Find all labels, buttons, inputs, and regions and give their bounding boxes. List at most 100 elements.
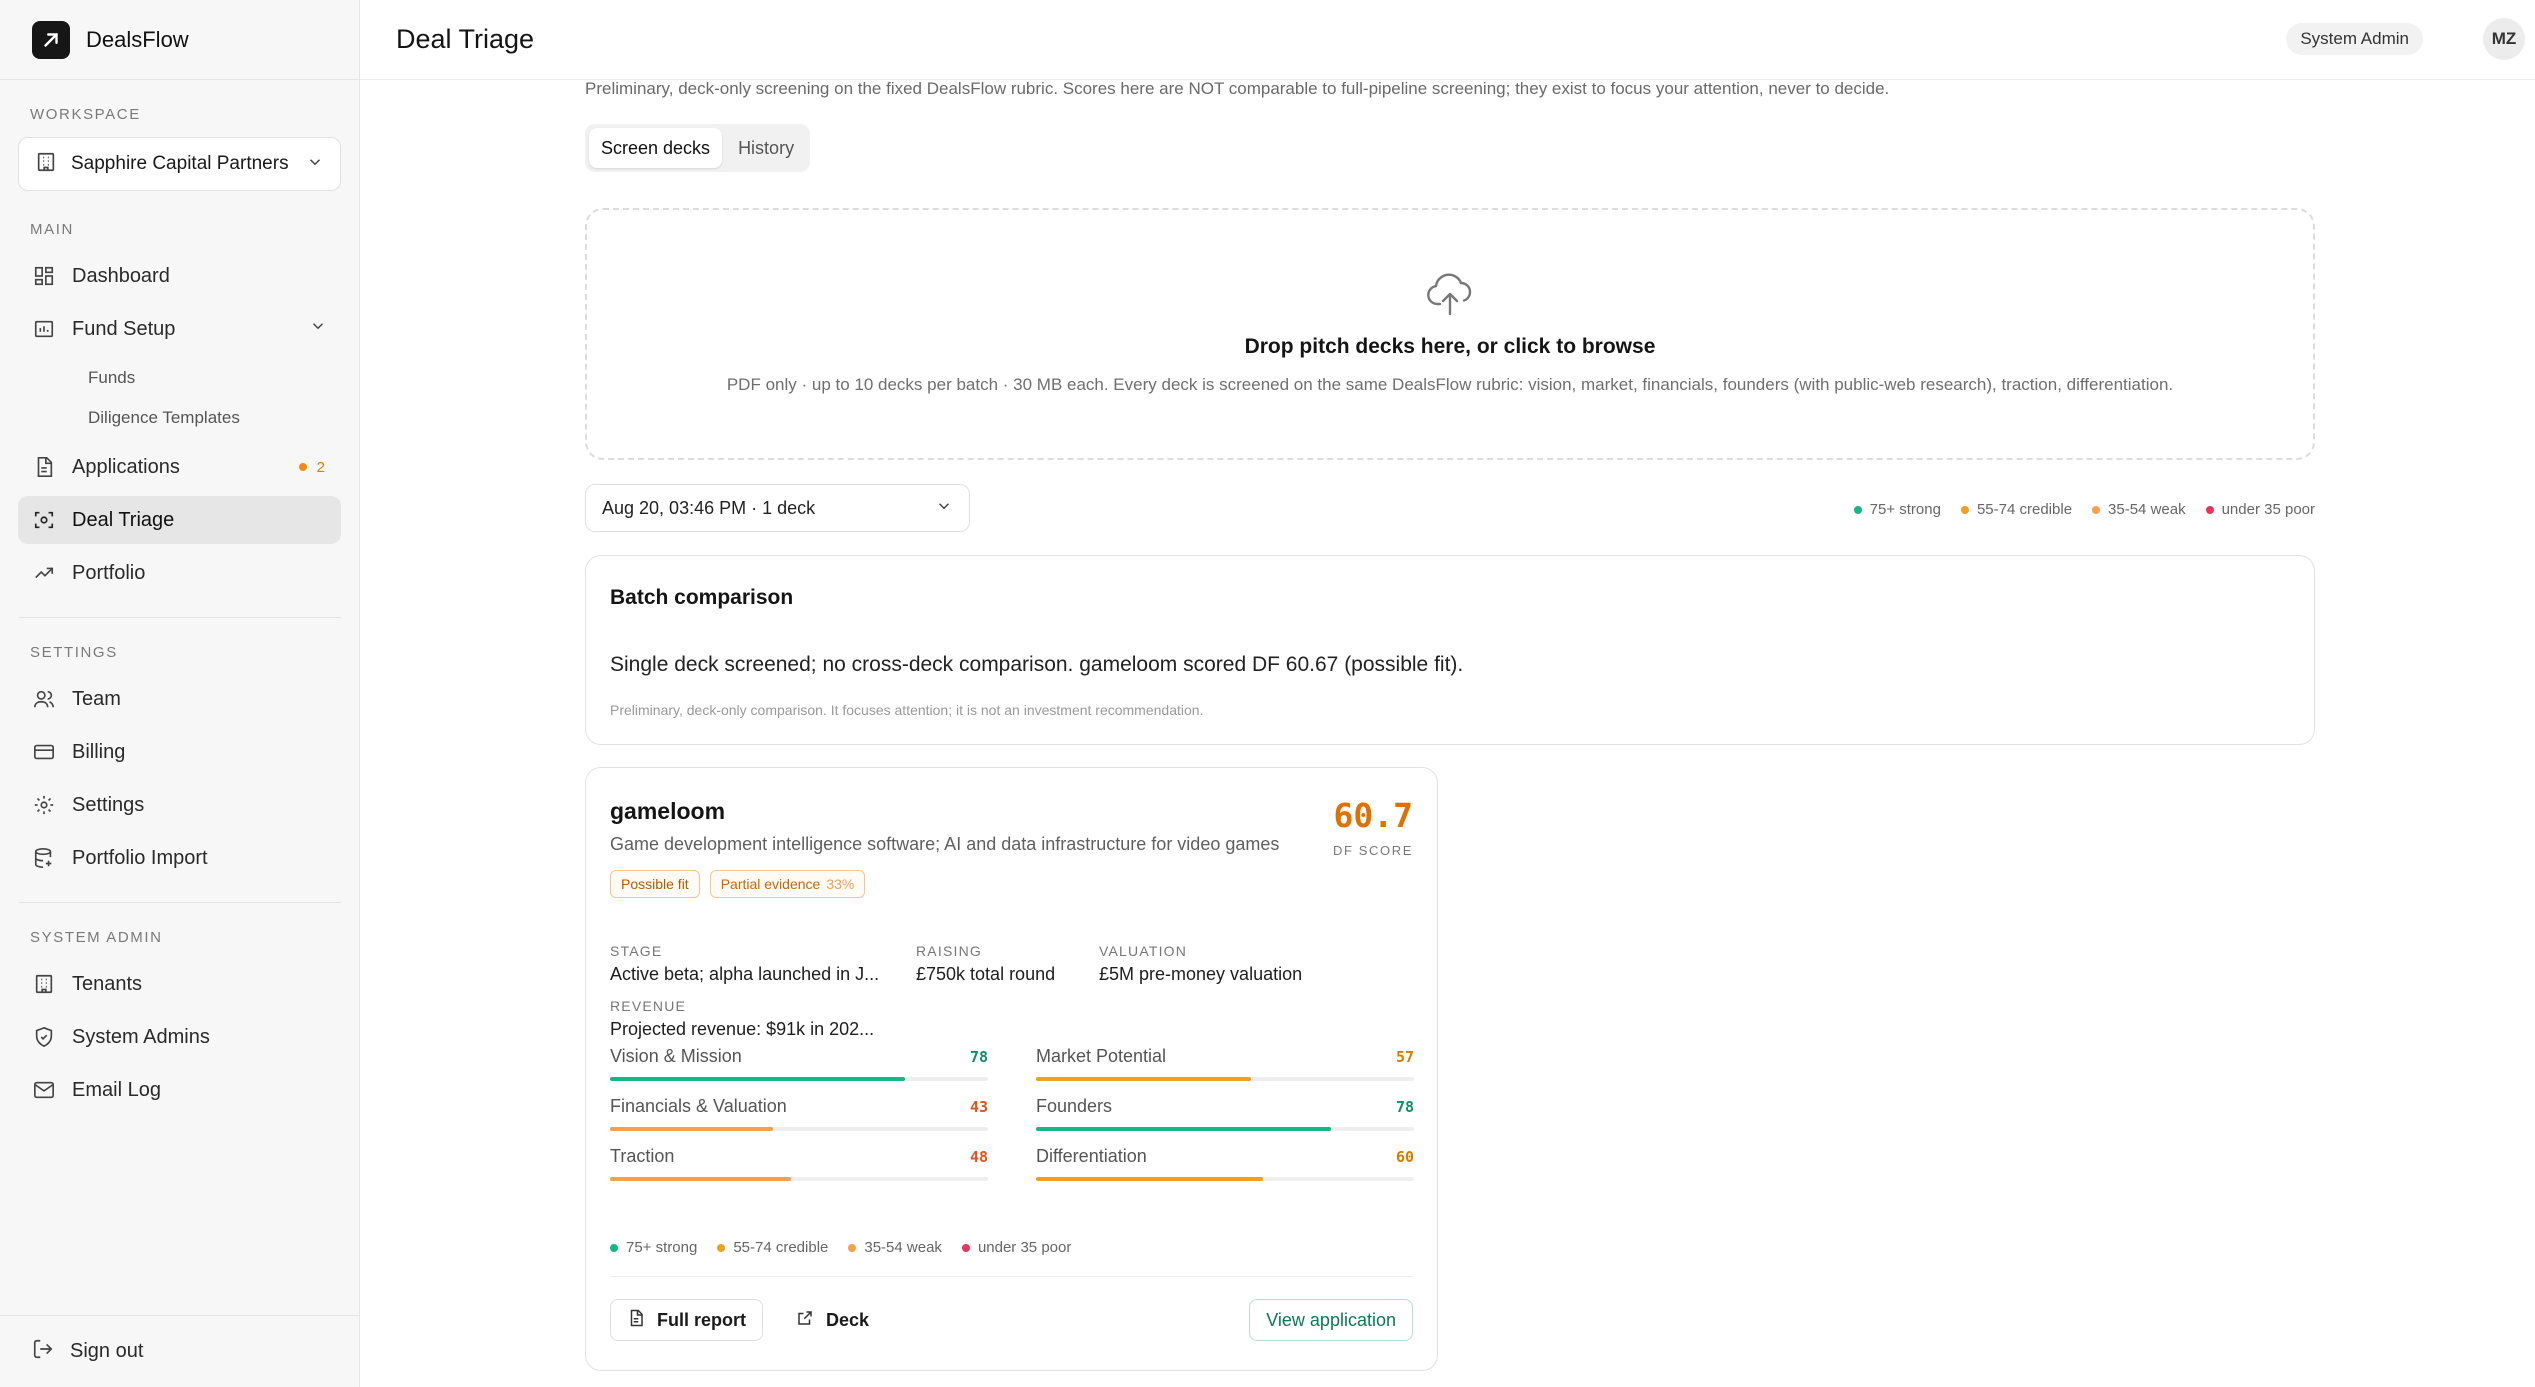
dropzone-title: Drop pitch decks here, or click to brows… <box>1244 335 1656 358</box>
legend-dot <box>2092 505 2101 514</box>
metric-bar <box>1036 1177 1263 1181</box>
sidebar-item-system-admins[interactable]: System Admins <box>18 1013 341 1061</box>
legend-dot <box>1853 505 1862 514</box>
dashboard-icon <box>32 264 56 288</box>
page-title: Deal Triage <box>396 24 535 54</box>
view-application-button[interactable]: View application <box>1249 1299 1413 1341</box>
mail-icon <box>32 1078 56 1102</box>
batch-comparison-note: Preliminary, deck-only comparison. It fo… <box>610 702 1204 718</box>
deck-label: Deck <box>826 1309 870 1330</box>
database-icon <box>32 846 56 870</box>
valuation-value: £5M pre-money valuation <box>1099 964 1303 984</box>
workspace-name: Sapphire Capital Partners <box>71 153 289 174</box>
sidebar-item-email-log[interactable]: Email Log <box>18 1066 341 1114</box>
sidebar-item-settings[interactable]: Settings <box>18 781 341 829</box>
legend-label: 55-74 credible <box>1976 501 2073 518</box>
sidebar-item-portfolio-import[interactable]: Portfolio Import <box>18 834 341 882</box>
tab-history[interactable]: History <box>726 128 806 168</box>
metric-track <box>1036 1127 1414 1131</box>
revenue-value: Projected revenue: $91k in 202... <box>610 1019 875 1039</box>
brand[interactable]: DealsFlow <box>0 0 359 80</box>
deck-dropzone[interactable]: Drop pitch decks here, or click to brows… <box>585 208 2315 460</box>
df-score-label: DF SCORE <box>1333 843 1413 858</box>
sign-out-button[interactable]: Sign out <box>0 1315 359 1387</box>
score-legend: 75+ strong 55-74 credible 35-54 weak und… <box>1853 501 2315 518</box>
metric-name: Founders <box>1036 1096 1113 1116</box>
sidebar-item-portfolio[interactable]: Portfolio <box>18 549 341 597</box>
metric-traction: Traction 48 <box>610 1146 988 1181</box>
legend-label: 35-54 weak <box>864 1239 942 1256</box>
tab-screen-decks[interactable]: Screen decks <box>589 128 723 168</box>
metric-bar <box>1036 1127 1331 1131</box>
raising-value: £750k total round <box>916 964 1056 984</box>
legend-item: 75+ strong <box>1853 501 1941 518</box>
avatar[interactable]: MZ <box>2483 18 2525 60</box>
metric-bar <box>610 1177 792 1181</box>
metric-bar <box>610 1077 905 1081</box>
notification-dot <box>298 463 307 471</box>
stage-label: STAGE <box>610 943 663 959</box>
full-report-label: Full report <box>657 1309 746 1330</box>
sidebar-item-label: Portfolio <box>72 561 146 584</box>
workspace-switcher[interactable]: Sapphire Capital Partners <box>18 137 341 191</box>
sidebar-item-deal-triage[interactable]: Deal Triage <box>18 496 341 544</box>
sidebar: DealsFlow WORKSPACE Sapphire Capital Par… <box>0 0 360 1387</box>
sidebar-item-label: Settings <box>72 793 145 816</box>
sidebar-subitem-diligence-templates[interactable]: Diligence Templates <box>88 398 359 438</box>
shield-icon <box>32 1025 56 1049</box>
legend-dot <box>1960 505 1969 514</box>
gear-icon <box>32 793 56 817</box>
legend-item: 55-74 credible <box>717 1239 828 1256</box>
metric-track <box>610 1127 988 1131</box>
fit-badge: Possible fit <box>610 870 700 898</box>
full-report-button[interactable]: Full report <box>610 1299 763 1341</box>
sidebar-item-dashboard[interactable]: Dashboard <box>18 252 341 300</box>
legend-item: 55-74 credible <box>1960 501 2073 518</box>
metric-vision-mission: Vision & Mission 78 <box>610 1046 988 1081</box>
chevron-down-icon <box>935 497 953 520</box>
sidebar-item-team[interactable]: Team <box>18 675 341 723</box>
metric-financials-valuation: Financials & Valuation 43 <box>610 1096 988 1131</box>
metric-bar <box>1036 1077 1252 1081</box>
top-bar: Deal Triage System Admin MZ <box>360 0 2535 80</box>
metric-value: 60 <box>1395 1147 1414 1166</box>
batch-select-value: Aug 20, 03:46 PM · 1 deck <box>602 497 816 518</box>
stage-value: Active beta; alpha launched in J... <box>610 964 880 984</box>
sidebar-item-label: System Admins <box>72 1025 210 1048</box>
valuation-label: VALUATION <box>1099 943 1188 959</box>
brand-logo-icon <box>32 20 70 59</box>
sidebar-subitem-funds[interactable]: Funds <box>88 358 359 398</box>
metric-market-potential: Market Potential 57 <box>1036 1046 1414 1081</box>
revenue-label: REVENUE <box>610 998 687 1014</box>
deal-card: gameloom Game development intelligence s… <box>585 767 1438 1371</box>
sidebar-item-label: Applications <box>72 455 180 478</box>
file-icon <box>32 455 56 479</box>
sidebar-item-fund-setup[interactable]: Fund Setup <box>18 305 341 353</box>
view-application-label: View application <box>1266 1309 1396 1330</box>
legend-item: 75+ strong <box>610 1239 697 1256</box>
settings-section-label: SETTINGS <box>30 644 118 661</box>
sidebar-item-billing[interactable]: Billing <box>18 728 341 776</box>
building-icon <box>35 151 57 178</box>
external-link-icon <box>796 1309 814 1332</box>
sidebar-item-label: Dashboard <box>72 264 170 287</box>
sidebar-item-label: Email Log <box>72 1078 161 1101</box>
trend-up-icon <box>32 561 56 585</box>
sidebar-item-applications[interactable]: Applications 2 <box>18 443 341 491</box>
card-divider <box>610 1276 1413 1277</box>
workspace-section-label: WORKSPACE <box>30 106 141 123</box>
metric-bar <box>610 1127 773 1131</box>
scan-icon <box>32 508 56 532</box>
batch-select[interactable]: Aug 20, 03:46 PM · 1 deck <box>585 484 970 532</box>
metric-track <box>610 1177 988 1181</box>
sidebar-item-tenants[interactable]: Tenants <box>18 960 341 1008</box>
deck-button[interactable]: Deck <box>779 1299 887 1341</box>
legend-item: 35-54 weak <box>848 1239 942 1256</box>
batch-comparison-body: Single deck screened; no cross-deck comp… <box>610 653 1464 676</box>
deal-tags: Possible fit Partial evidence 33% <box>610 870 866 898</box>
sidebar-item-label: Team <box>72 687 121 710</box>
sidebar-item-label: Fund Setup <box>72 317 176 340</box>
dropzone-subtitle: PDF only · up to 10 decks per batch · 30… <box>726 375 2174 394</box>
df-score: 60.7 DF SCORE <box>1333 796 1413 858</box>
legend-dot <box>2205 505 2214 514</box>
